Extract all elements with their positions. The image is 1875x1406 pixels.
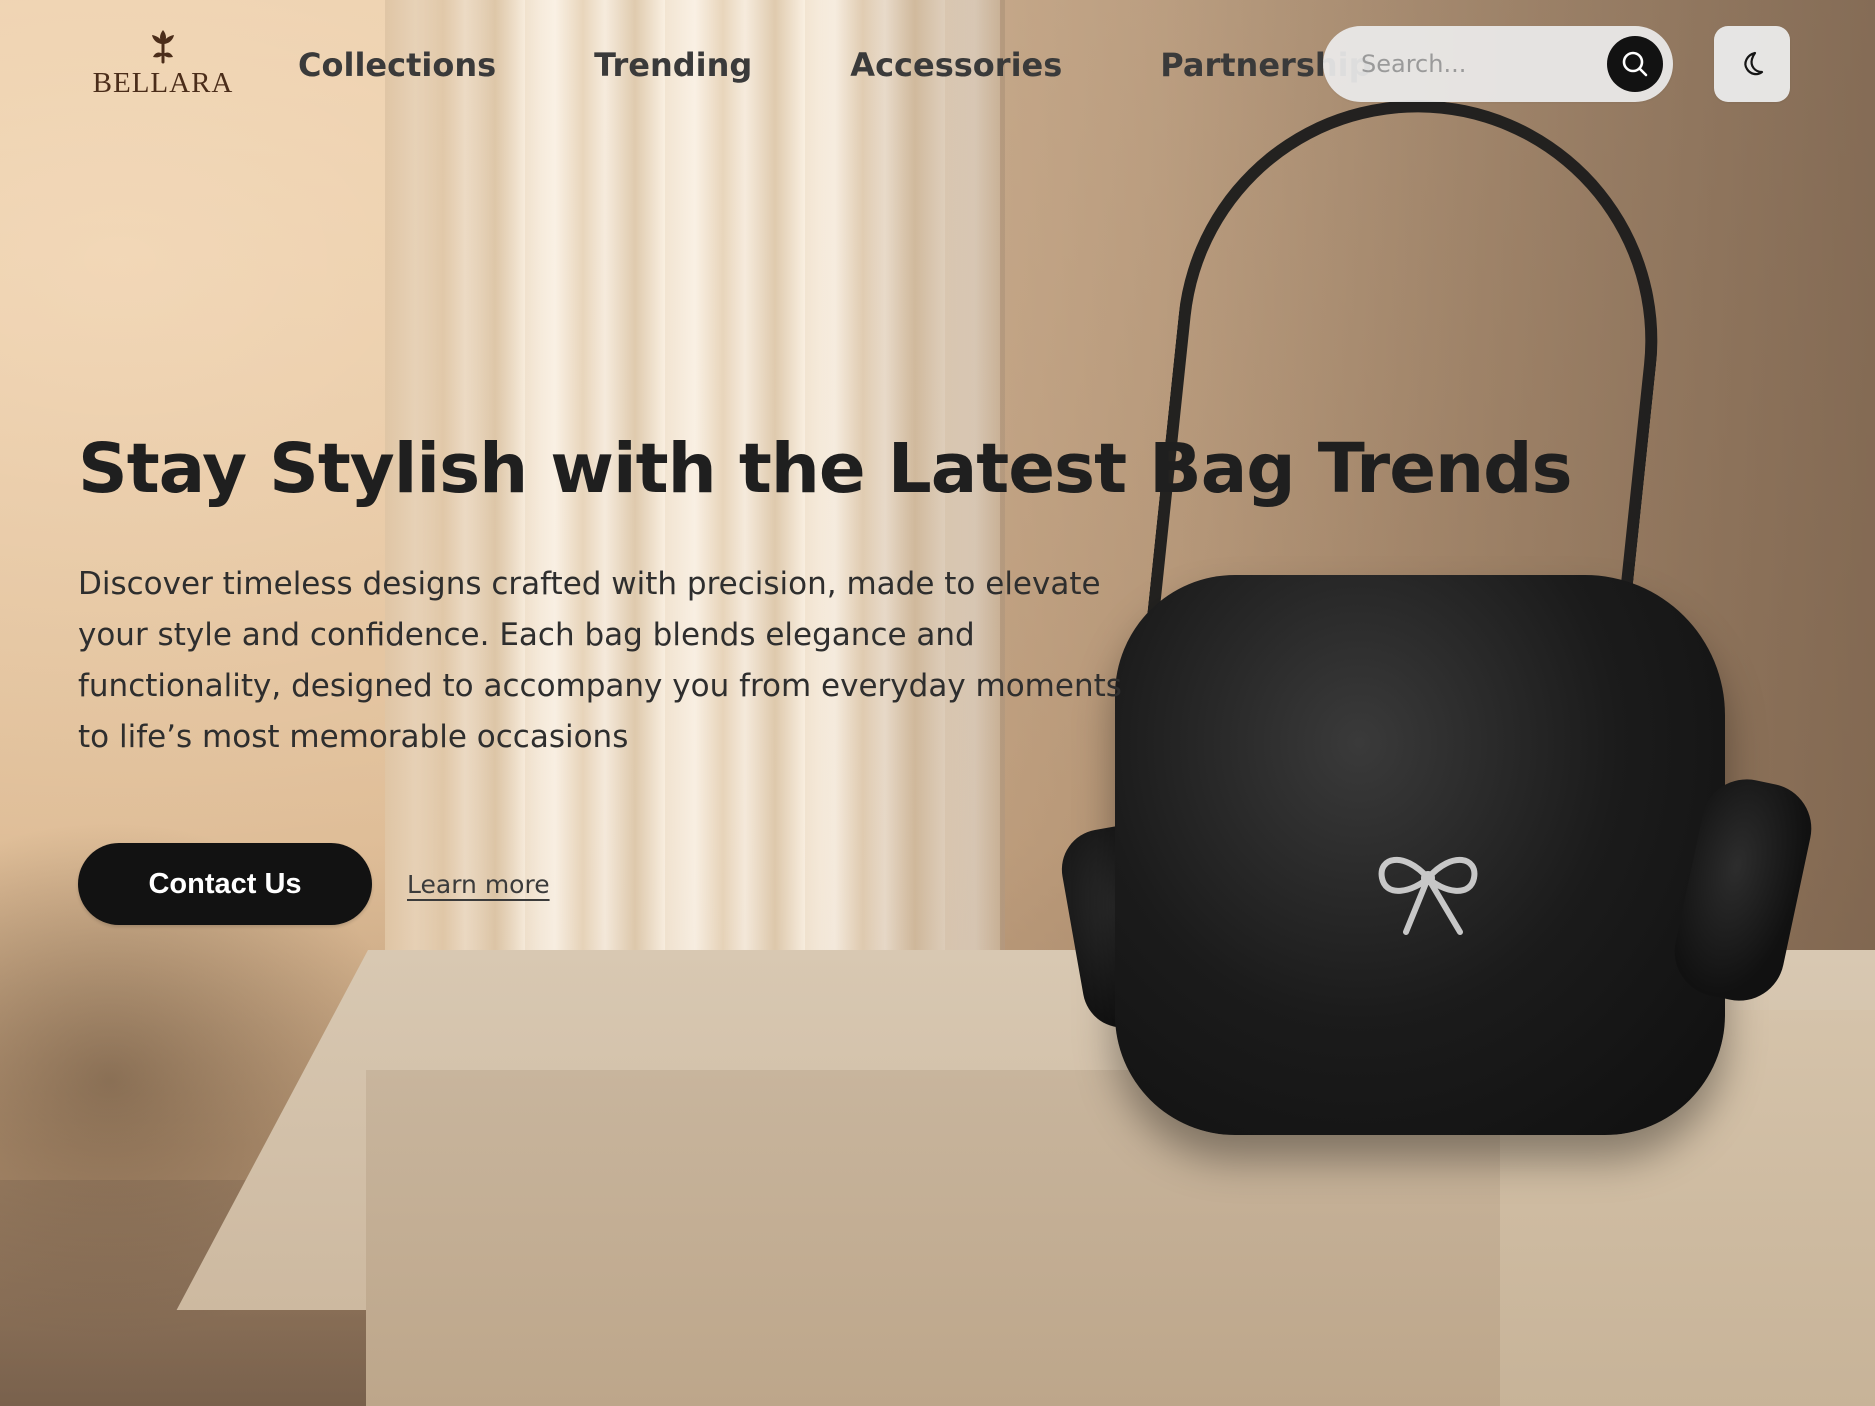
nav-trending[interactable]: Trending — [594, 46, 752, 84]
bow-ornament-icon — [1378, 857, 1478, 935]
moon-icon — [1744, 51, 1764, 76]
main-nav: Collections Trending Accessories Partner… — [298, 40, 1372, 90]
search-button[interactable] — [1607, 36, 1663, 92]
hero-section: Stay Stylish with the Latest Bag Trends … — [78, 429, 1573, 925]
nav-accessories[interactable]: Accessories — [850, 46, 1062, 84]
contact-us-button[interactable]: Contact Us — [78, 843, 372, 925]
hero-description: Discover timeless designs crafted with p… — [78, 566, 1122, 756]
nav-collections[interactable]: Collections — [298, 46, 496, 84]
learn-more-link[interactable]: Learn more — [407, 870, 550, 899]
tulip-logo-icon — [152, 30, 174, 64]
search-bar — [1323, 26, 1673, 102]
search-input[interactable] — [1359, 49, 1583, 79]
search-icon — [1622, 51, 1648, 77]
brand-name: BELLARA — [92, 67, 234, 99]
theme-toggle-button[interactable] — [1714, 26, 1790, 102]
brand-logo[interactable]: BELLARA — [88, 26, 238, 106]
hero-cta-row: Contact Us Learn more — [78, 843, 550, 925]
hero-title: Stay Stylish with the Latest Bag Trends — [78, 429, 1573, 509]
header: BELLARA Collections Trending Accessories… — [0, 0, 1875, 140]
